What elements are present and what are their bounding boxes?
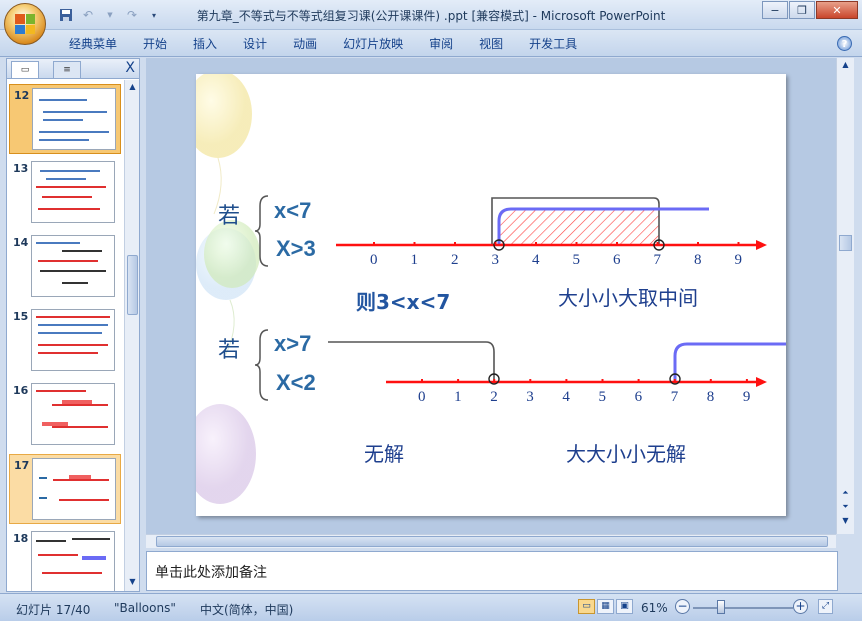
- status-slide-number: 幻灯片 17/40: [16, 603, 91, 617]
- status-theme: "Balloons": [114, 601, 176, 615]
- tab-review[interactable]: 审阅: [416, 36, 466, 54]
- tab-slides[interactable]: ▭: [11, 61, 39, 78]
- ex2-conclusion: 无解: [364, 442, 404, 466]
- restore-button[interactable]: ❐: [789, 1, 815, 19]
- thumbnail-slide-13[interactable]: 13: [9, 158, 121, 228]
- ex2-tick-label-3: 3: [526, 389, 534, 405]
- office-button[interactable]: [4, 3, 46, 45]
- thumbnail-slide-12[interactable]: 12: [9, 84, 121, 154]
- zoom-slider-thumb[interactable]: [717, 600, 725, 614]
- previous-slide-icon[interactable]: ⏶: [840, 488, 851, 500]
- zoom-level[interactable]: 61%: [641, 601, 668, 615]
- window-title: 第九章_不等式与不等式组复习课(公开课课件) .ppt [兼容模式] - Mic…: [196, 9, 666, 23]
- panel-close-button[interactable]: X: [125, 60, 135, 76]
- scroll-down-icon[interactable]: ▼: [840, 516, 851, 528]
- tab-slide-show[interactable]: 幻灯片放映: [330, 36, 416, 54]
- ex2-tick-label-5: 5: [599, 389, 607, 405]
- horizontal-scroll-thumb[interactable]: [156, 536, 828, 547]
- title-bar: ↶ ▼ ↷ ▾ 第九章_不等式与不等式组复习课(公开课课件) .ppt [兼容模…: [0, 0, 862, 30]
- next-slide-icon[interactable]: ⏷: [840, 502, 851, 514]
- ex2-tick-label-6: 6: [635, 389, 643, 405]
- slide-canvas[interactable]: 若 x<7 X>3 0123456789 则3<x<7 大小小大取中间 若 x>…: [196, 74, 786, 516]
- ex2-tick-label-2: 2: [490, 389, 498, 405]
- zoom-in-button[interactable]: +: [793, 599, 808, 614]
- normal-view-button[interactable]: ▭: [578, 599, 595, 614]
- horizontal-scrollbar[interactable]: [146, 534, 836, 548]
- tab-design[interactable]: 设计: [230, 36, 280, 54]
- close-button[interactable]: ✕: [816, 1, 858, 19]
- ex2-tick-label-1: 1: [454, 389, 462, 405]
- thumbnail-list: 12 13 14 15 16 17 18: [7, 80, 125, 591]
- slide-editing-area: 若 x<7 X>3 0123456789 则3<x<7 大小小大取中间 若 x>…: [146, 58, 836, 534]
- slides-panel: ▭ ≡ X 12 13 14 15 16 17 18 ▲ ▼: [6, 58, 140, 592]
- thumbnail-slide-18[interactable]: 18: [9, 528, 121, 591]
- ex2-number-line: 0 1 2 3 4 5 6 7 8 9: [328, 341, 786, 405]
- vertical-scrollbar[interactable]: ▲ ⏶ ⏷ ▼: [836, 58, 854, 534]
- ex2-blue-bracket: [673, 342, 786, 382]
- tab-home[interactable]: 开始: [130, 36, 180, 54]
- tab-insert[interactable]: 插入: [180, 36, 230, 54]
- scroll-down-icon[interactable]: ▼: [127, 577, 138, 589]
- ex2-tick-label-9: 9: [743, 389, 751, 405]
- ex2-axis-arrow: [756, 377, 767, 387]
- tab-animations[interactable]: 动画: [280, 36, 330, 54]
- ex2-gray-bracket: [328, 341, 495, 382]
- office-logo-icon: [15, 14, 35, 34]
- status-language[interactable]: 中文(简体，中国): [200, 601, 293, 618]
- notes-pane[interactable]: 单击此处添加备注: [146, 551, 838, 591]
- tab-view[interactable]: 视图: [466, 36, 516, 54]
- scroll-up-icon[interactable]: ▲: [840, 60, 851, 72]
- slide-sorter-view-button[interactable]: ▦: [597, 599, 614, 614]
- tab-developer[interactable]: 开发工具: [516, 36, 590, 54]
- panel-tabs: ▭ ≡ X: [7, 59, 139, 79]
- vertical-scroll-thumb[interactable]: [839, 235, 852, 251]
- ex2-tick-label-8: 8: [707, 389, 715, 405]
- zoom-slider[interactable]: [693, 607, 793, 609]
- thumbnail-slide-16[interactable]: 16: [9, 380, 121, 450]
- thumbnail-scrollbar[interactable]: ▲ ▼: [124, 80, 139, 591]
- ex2-tick-label-4: 4: [562, 389, 570, 405]
- fit-to-window-button[interactable]: ⤢: [818, 599, 833, 614]
- help-button[interactable]: ?: [837, 36, 852, 51]
- zoom-out-button[interactable]: −: [675, 599, 690, 614]
- ex2-tick-label-7: 7: [671, 389, 679, 405]
- ex2-rule: 大大小小无解: [566, 442, 686, 466]
- notes-placeholder: 单击此处添加备注: [155, 565, 267, 581]
- tab-outline[interactable]: ≡: [53, 61, 81, 78]
- slide-show-view-button[interactable]: ▣: [616, 599, 633, 614]
- ribbon: 经典菜单 开始 插入 设计 动画 幻灯片放映 审阅 视图 开发工具 ?: [0, 30, 862, 57]
- thumbnail-slide-17[interactable]: 17: [9, 454, 121, 524]
- thumbnail-slide-14[interactable]: 14: [9, 232, 121, 302]
- status-bar: 幻灯片 17/40 "Balloons" 中文(简体，中国) ▭ ▦ ▣ 61%…: [0, 593, 862, 621]
- tab-classic-menu[interactable]: 经典菜单: [56, 36, 130, 54]
- minimize-button[interactable]: −: [762, 1, 788, 19]
- scrollbar-thumb[interactable]: [127, 255, 138, 315]
- ribbon-tabs: 经典菜单 开始 插入 设计 动画 幻灯片放映 审阅 视图 开发工具: [56, 36, 590, 54]
- ex2-tick-label-0: 0: [418, 389, 426, 405]
- window-controls: − ❐ ✕: [761, 1, 858, 19]
- scroll-up-icon[interactable]: ▲: [127, 82, 138, 94]
- thumbnail-slide-15[interactable]: 15: [9, 306, 121, 376]
